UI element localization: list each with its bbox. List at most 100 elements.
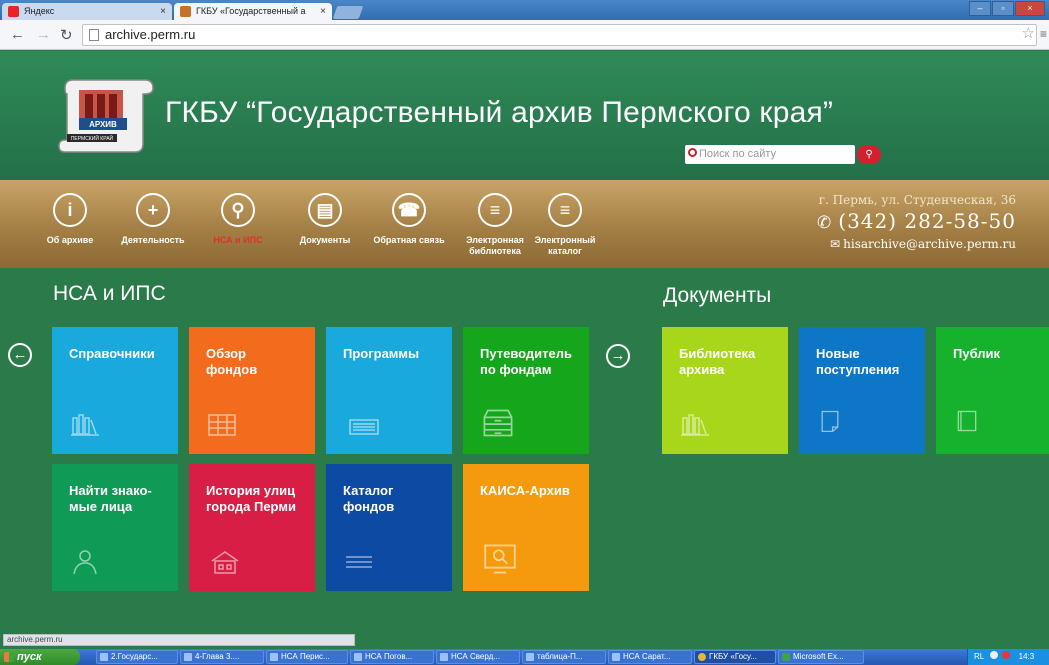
excel-icon — [782, 653, 790, 661]
tab-yandex[interactable]: Яндекс × — [2, 3, 172, 20]
folder-icon — [100, 653, 108, 661]
nav-item-e-catalog[interactable]: ≡ Электронный каталог — [520, 193, 610, 257]
close-tab-icon[interactable]: × — [160, 3, 166, 20]
tray-icon[interactable] — [1002, 651, 1011, 659]
taskbar-item-label: НСА Перис... — [281, 652, 330, 661]
nav-item-about[interactable]: i Об архиве — [25, 193, 115, 246]
search-input[interactable] — [685, 145, 855, 164]
reload-icon[interactable]: ↻ — [60, 26, 73, 44]
window-controls: – ▫ × — [969, 1, 1045, 16]
taskbar-item[interactable]: НСА Сверд... — [436, 650, 520, 664]
status-bar: archive.perm.ru — [3, 634, 355, 646]
taskbar-item[interactable]: НСА Сарат... — [608, 650, 692, 664]
back-arrow-icon[interactable]: ← — [10, 26, 25, 43]
list-icon: ≡ — [478, 193, 512, 227]
taskbar-item-label: 2.Государс... — [111, 652, 158, 661]
taskbar-item-label: НСА Сверд... — [451, 652, 500, 661]
chrome-icon — [698, 653, 706, 661]
url-input[interactable]: archive.perm.ru — [82, 24, 1037, 46]
taskbar-item-active[interactable]: ГКБУ «Госу... — [694, 650, 776, 664]
contact-info: г. Пермь, ул. Студенческая, 36 ✆ (342) 28… — [817, 193, 1016, 251]
address-bar: ← → ↻ archive.perm.ru ☆ ≡ — [0, 20, 1049, 50]
nav-item-feedback[interactable]: ☎ Обратная связь — [364, 193, 454, 246]
taskbar-item[interactable]: НСА Перис... — [266, 650, 348, 664]
main-navigation: i Об архиве + Деятельность ⚲ НСА и ИПС ▤… — [0, 180, 1049, 268]
minimize-button[interactable]: – — [969, 1, 991, 16]
nav-item-documents[interactable]: ▤ Документы — [280, 193, 370, 246]
site-title: ГКБУ “Государственный архив Пермского кр… — [165, 96, 834, 129]
taskbar-item-label: таблица-П... — [537, 652, 583, 661]
archive-favicon-icon — [180, 6, 191, 17]
envelope-icon: ✉ — [830, 237, 841, 251]
system-tray: RL 14:3 — [967, 649, 1049, 665]
monitor-icon — [484, 544, 516, 574]
document-icon — [821, 410, 839, 433]
tile-label: Обзор фондов — [206, 346, 258, 377]
word-icon — [526, 653, 534, 661]
taskbar-item[interactable]: 4-Глава 3.... — [180, 650, 264, 664]
tile-label: Библиотека архива — [679, 346, 756, 377]
tab-archive[interactable]: ГКБУ «Государственный а × — [174, 3, 332, 20]
close-tab-icon[interactable]: × — [320, 3, 326, 20]
clock: 14:3 — [1018, 652, 1035, 661]
start-label: пуск — [17, 651, 42, 663]
tile-label: Программы — [343, 346, 420, 361]
tile-publications[interactable]: Публик — [936, 327, 1049, 454]
nav-item-nsa[interactable]: ⚲ НСА и ИПС — [193, 193, 283, 246]
tile-street-history[interactable]: История улиц города Перми — [189, 464, 315, 591]
start-button[interactable]: пуск — [0, 649, 80, 665]
taskbar-item[interactable]: 2.Государс... — [96, 650, 178, 664]
bookmark-star-icon[interactable]: ☆ — [1022, 24, 1035, 42]
forward-arrow-icon[interactable]: → — [36, 26, 51, 43]
tile-label: История улиц города Перми — [206, 483, 296, 514]
word-icon — [612, 653, 620, 661]
archive-logo[interactable]: АРХИВ ПЕРМСКИЙ КРАЙ — [57, 78, 157, 156]
word-icon — [270, 653, 278, 661]
phone-number: ✆ (342) 282-58-50 — [817, 209, 1016, 233]
grid-icon — [208, 414, 236, 436]
svg-text:ПЕРМСКИЙ КРАЙ: ПЕРМСКИЙ КРАЙ — [71, 134, 114, 142]
tile-label: Новые поступления — [816, 346, 900, 377]
new-tab-button[interactable] — [332, 6, 364, 19]
email-link[interactable]: ✉ hisarchive@archive.perm.ru — [817, 237, 1016, 251]
taskbar-item[interactable]: НСА Погов... — [350, 650, 434, 664]
tile-catalog-fondov[interactable]: Каталог фондов — [326, 464, 452, 591]
tray-icon[interactable] — [990, 651, 999, 659]
site-search: ⚲ — [685, 145, 885, 165]
tile-new-arrivals[interactable]: Новые поступления — [799, 327, 925, 454]
tile-spravochniki[interactable]: Справочники — [52, 327, 178, 454]
nav-label: Документы — [299, 235, 351, 245]
book-icon — [957, 410, 977, 432]
word-icon — [440, 653, 448, 661]
tile-putevoditel[interactable]: Путеводитель по фондам — [463, 327, 589, 454]
carousel-next-arrow-icon[interactable]: → — [606, 344, 630, 368]
carousel-prev-arrow-icon[interactable]: ← — [8, 343, 32, 367]
tile-find-faces[interactable]: Найти знако- мые лица — [52, 464, 178, 591]
keyboard-icon — [349, 419, 379, 435]
word-icon — [354, 653, 362, 661]
tab-label: ГКБУ «Государственный а — [196, 6, 306, 16]
nav-label: Об архиве — [46, 235, 94, 245]
word-icon — [184, 653, 192, 661]
nav-label: Деятельность — [121, 235, 185, 245]
books-icon — [681, 414, 709, 436]
yandex-favicon-icon — [8, 6, 19, 17]
taskbar-item[interactable]: Microsoft Ex... — [778, 650, 864, 664]
document-icon: ▤ — [308, 193, 342, 227]
tile-programmy[interactable]: Программы — [326, 327, 452, 454]
close-window-button[interactable]: × — [1015, 1, 1045, 16]
tile-archive-library[interactable]: Библиотека архива — [662, 327, 788, 454]
browser-menu-icon[interactable]: ≡ — [1040, 27, 1047, 41]
nav-item-activity[interactable]: + Деятельность — [108, 193, 198, 246]
plus-icon: + — [136, 193, 170, 227]
tile-obzor-fondov[interactable]: Обзор фондов — [189, 327, 315, 454]
language-indicator[interactable]: RL — [974, 652, 984, 661]
maximize-button[interactable]: ▫ — [992, 1, 1014, 16]
taskbar-item-label: НСА Сарат... — [623, 652, 671, 661]
search-button[interactable]: ⚲ — [857, 145, 881, 164]
tile-kaisa-archive[interactable]: КАИСА-Архив — [463, 464, 589, 591]
tile-label: КАИСА-Архив — [480, 483, 570, 498]
section-title-nsa: НСА и ИПС — [53, 282, 166, 305]
tile-label: Справочники — [69, 346, 155, 361]
taskbar-item[interactable]: таблица-П... — [522, 650, 606, 664]
